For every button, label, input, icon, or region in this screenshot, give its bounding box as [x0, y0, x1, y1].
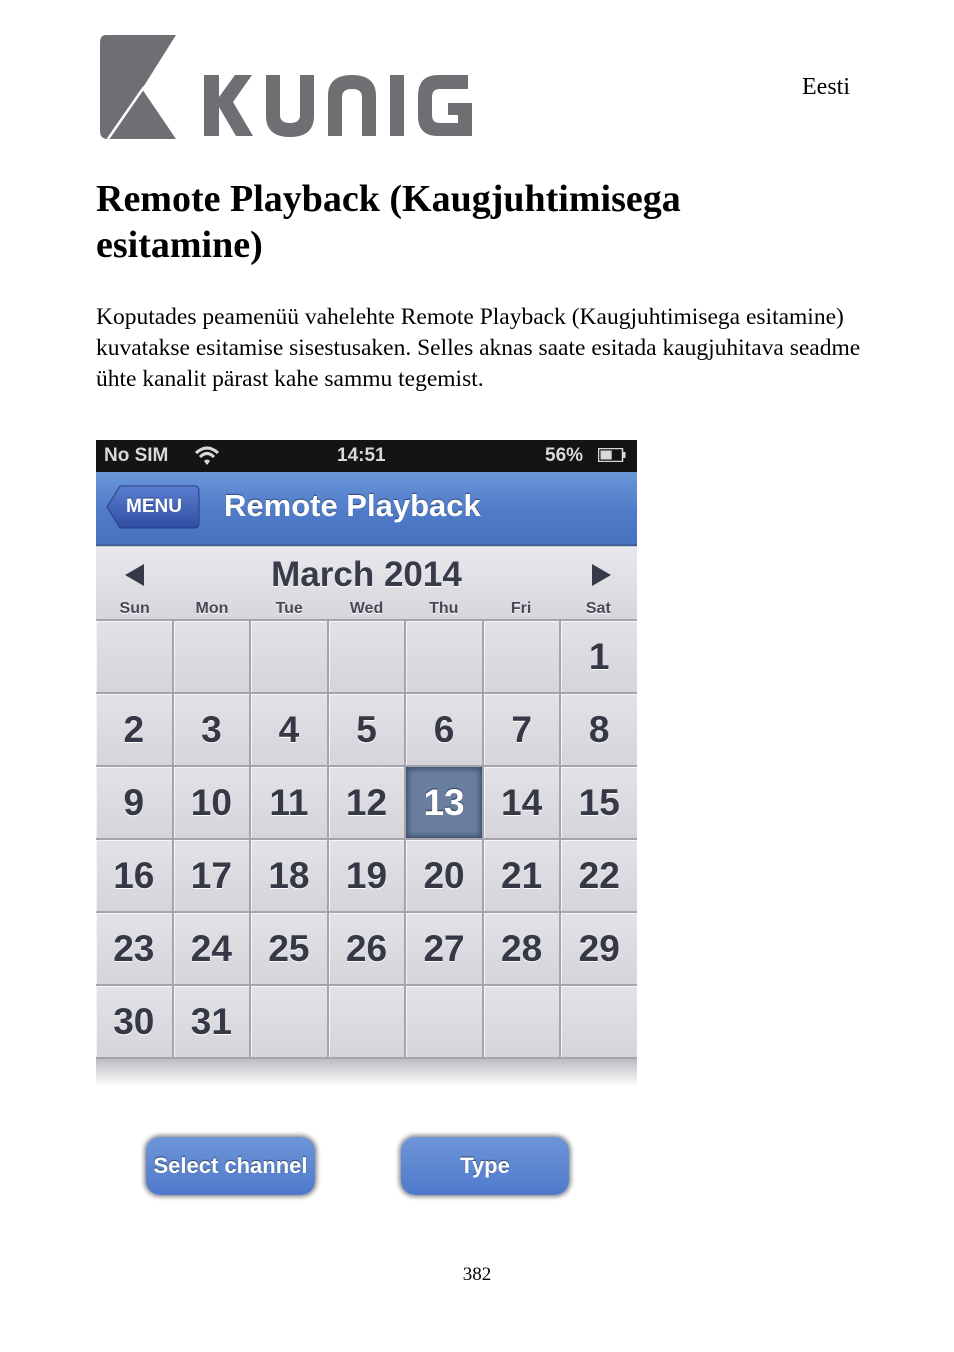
calendar-day[interactable]: 29 [561, 913, 637, 984]
menu-back-button[interactable]: MENU [106, 485, 200, 529]
calendar-day[interactable]: 5 [328, 694, 405, 765]
weekday-label: Sun [119, 600, 150, 617]
page-number: 382 [462, 1264, 492, 1285]
triangle-right-icon [592, 564, 611, 586]
konig-logo-graphic [100, 35, 472, 140]
calendar-empty-cell [406, 621, 482, 692]
intro-paragraph: Koputades peamenüü vahelehte Remote Play… [96, 304, 861, 392]
calendar-empty-cell [406, 986, 482, 1057]
calendar-day[interactable]: 15 [561, 767, 637, 838]
calendar-day[interactable]: 12 [328, 767, 405, 838]
weekday-header-row: Sun Mon Tue Wed Thu Fri Sat [96, 600, 637, 618]
battery-percentage: 56% [545, 445, 584, 466]
weekday-label: Wed [349, 600, 384, 617]
calendar-day[interactable]: 11 [251, 767, 327, 838]
calendar-day[interactable]: 21 [483, 840, 560, 911]
calendar-empty-cell [251, 621, 327, 692]
calendar-header: March 2014 Sun Mon Tue Wed Thu Fri Sat [96, 546, 637, 619]
screen-title: Remote Playback [224, 488, 481, 523]
wifi-icon [194, 446, 220, 465]
weekday-label: Thu [429, 600, 459, 617]
calendar-day[interactable]: 9 [96, 767, 172, 838]
navigation-bar: MENU Remote Playback [96, 472, 637, 546]
konig-logo [98, 33, 518, 145]
carrier-label: No SIM [104, 445, 169, 466]
calendar-day[interactable]: 10 [173, 767, 250, 838]
calendar-empty-cell [561, 986, 637, 1057]
calendar-day[interactable]: 28 [483, 913, 560, 984]
status-bar: No SIM 14:51 56% [96, 440, 637, 472]
calendar-empty-cell [251, 986, 327, 1057]
calendar-day[interactable]: 24 [173, 913, 250, 984]
calendar-day[interactable]: 30 [96, 986, 172, 1057]
calendar-day[interactable]: 6 [406, 694, 482, 765]
calendar-empty-cell [96, 621, 172, 692]
weekday-label: Tue [275, 600, 303, 617]
calendar-day[interactable]: 19 [328, 840, 405, 911]
month-title: March 2014 [271, 555, 462, 594]
calendar-day[interactable]: 7 [483, 694, 560, 765]
calendar-day[interactable]: 20 [406, 840, 482, 911]
calendar-empty-cell [483, 986, 560, 1057]
calendar-day[interactable]: 8 [561, 694, 637, 765]
calendar-empty-cell [328, 986, 405, 1057]
calendar-day[interactable]: 25 [251, 913, 327, 984]
calendar-empty-cell [173, 621, 250, 692]
calendar-day[interactable]: 14 [483, 767, 560, 838]
calendar-day[interactable]: 22 [561, 840, 637, 911]
calendar-day[interactable]: 3 [173, 694, 250, 765]
weekday-label: Mon [195, 600, 229, 617]
weekday-label: Sat [585, 600, 611, 617]
calendar-day[interactable]: 18 [251, 840, 327, 911]
select-channel-button[interactable]: Select channel [146, 1137, 315, 1195]
menu-back-label: MENU [126, 496, 182, 517]
calendar-day[interactable]: 1 [561, 621, 637, 692]
app-screenshot: No SIM 14:51 56% MENU Remote Playback Ma… [96, 440, 637, 1085]
calendar-empty-cell [328, 621, 405, 692]
calendar-day[interactable]: 23 [96, 913, 172, 984]
page-title: Remote Playback (Kaugjuhtimisega esitami… [96, 178, 681, 266]
calendar-day[interactable]: 17 [173, 840, 250, 911]
calendar-day[interactable]: 31 [173, 986, 250, 1057]
clock: 14:51 [337, 445, 386, 466]
next-month-button[interactable] [588, 562, 614, 588]
calendar-day[interactable]: 2 [96, 694, 172, 765]
calendar-bottom-shadow [96, 1059, 637, 1085]
calendar-grid: 1 2 3 4 5 6 7 8 9 10 11 12 13 14 15 16 17 18 19 20 21 22 23 24 2… [96, 619, 637, 1059]
calendar-day[interactable]: 4 [251, 694, 327, 765]
calendar-empty-cell [483, 621, 560, 692]
calendar-day[interactable]: 16 [96, 840, 172, 911]
calendar-day[interactable]: 26 [328, 913, 405, 984]
calendar-day[interactable]: 27 [406, 913, 482, 984]
type-button[interactable]: Type [401, 1137, 569, 1195]
language-label: Eesti [802, 74, 850, 100]
weekday-label: Fri [510, 600, 532, 617]
battery-icon [598, 448, 626, 462]
calendar-day-selected[interactable]: 13 [406, 767, 482, 838]
